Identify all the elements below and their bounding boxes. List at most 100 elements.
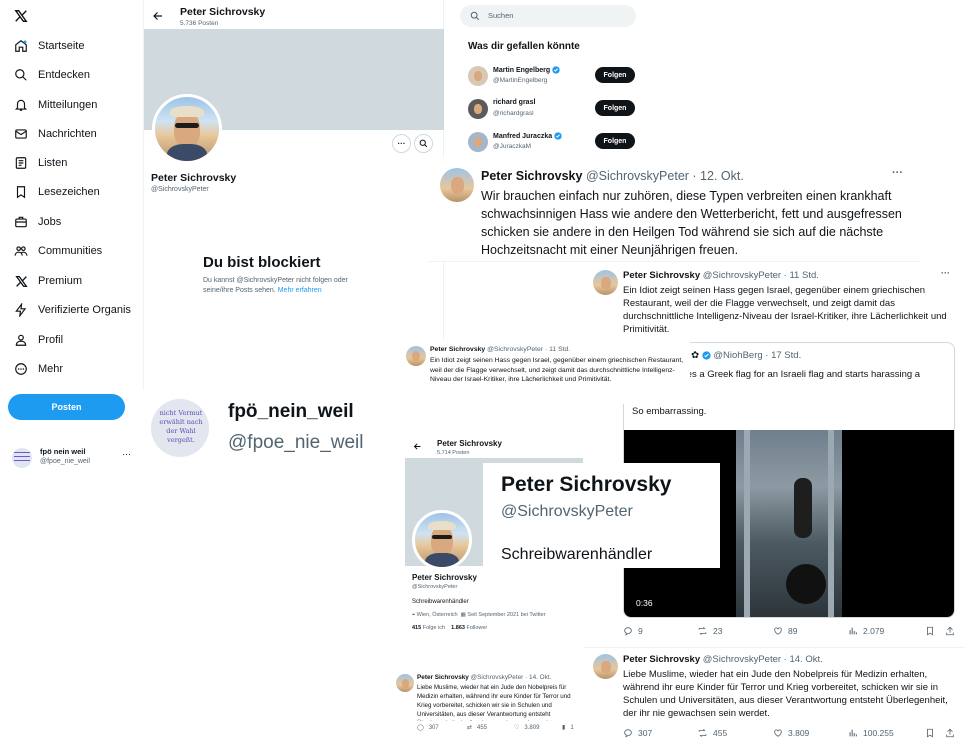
sidebar-item-label: Profil bbox=[38, 334, 64, 346]
reply-icon bbox=[623, 728, 633, 738]
like-button[interactable]: ♡ 3.809 bbox=[514, 724, 539, 732]
heart-icon bbox=[773, 626, 783, 636]
posts-count: 5.714 Posten bbox=[437, 450, 470, 456]
profile-handle: @SichrovskyPeter bbox=[151, 186, 209, 193]
bell-icon bbox=[14, 98, 28, 112]
profile-column: Peter Sichrovsky 5.736 Posten ··· Peter … bbox=[143, 0, 444, 390]
page-title: Peter Sichrovsky bbox=[437, 439, 502, 448]
repost-button[interactable]: 23 bbox=[697, 626, 722, 636]
back-arrow-icon[interactable] bbox=[152, 10, 164, 22]
location-icon: ⌖ bbox=[412, 612, 416, 618]
more-icon: ··· bbox=[397, 139, 406, 148]
share-icon[interactable] bbox=[945, 728, 955, 738]
more-icon[interactable]: ··· bbox=[122, 449, 131, 459]
post-button[interactable]: Posten bbox=[8, 394, 125, 420]
tweet-card-small[interactable]: Peter Sichrovsky @SichrovskyPeter · 14. … bbox=[392, 670, 582, 748]
search-placeholder: Suchen bbox=[488, 11, 514, 20]
following-count[interactable]: 415 bbox=[412, 625, 421, 631]
search-icon bbox=[419, 139, 428, 148]
sidebar-item-startseite[interactable]: Startseite bbox=[14, 39, 84, 53]
profile-joined: Seit September 2021 bei Twitter bbox=[467, 612, 546, 618]
tweet-date: · 14. Okt. bbox=[783, 654, 823, 665]
bookmark-icon[interactable] bbox=[925, 626, 935, 636]
sidebar-item-profil[interactable]: Profil bbox=[14, 333, 63, 347]
heart-icon bbox=[773, 728, 783, 738]
suggestion-row[interactable]: Manfred Juraczka @JuraczkaM Folgen bbox=[468, 130, 636, 154]
follow-button[interactable]: Folgen bbox=[595, 133, 635, 149]
profile-name: Peter Sichrovsky bbox=[412, 573, 477, 582]
home-icon bbox=[14, 39, 28, 53]
bookmark-icon[interactable] bbox=[925, 728, 935, 738]
repost-icon: ⇄ bbox=[467, 725, 473, 731]
sidebar-item-verifizierte-organisationen[interactable]: Verifizierte Organis bbox=[14, 303, 131, 317]
x-logo-icon[interactable] bbox=[14, 9, 28, 23]
sidebar-item-label: Mitteilungen bbox=[38, 99, 98, 111]
reply-button[interactable]: 307 bbox=[623, 728, 652, 738]
profile-avatar[interactable] bbox=[152, 94, 222, 164]
like-button[interactable]: 89 bbox=[773, 626, 797, 636]
follow-button[interactable]: Folgen bbox=[595, 100, 635, 116]
tweet-card[interactable]: Peter Sichrovsky @SichrovskyPeter · 14. … bbox=[583, 647, 965, 749]
sidebar-item-listen[interactable]: Listen bbox=[14, 156, 67, 170]
tweet-card[interactable]: Peter Sichrovsky @SichrovskyPeter · 11 S… bbox=[583, 262, 965, 646]
profile-counts: 415 Folge ich 1.863 Follower bbox=[412, 625, 487, 631]
share-icon[interactable] bbox=[945, 626, 955, 636]
video-frame bbox=[736, 430, 842, 617]
account-switcher[interactable]: fpö nein weil @fpoe_nie_weil ··· bbox=[12, 446, 136, 470]
sidebar-item-label: Lesezeichen bbox=[38, 186, 100, 198]
profile-location: Wien, Österreich bbox=[416, 612, 458, 618]
sidebar-item-entdecken[interactable]: Entdecken bbox=[14, 68, 90, 82]
suggestion-row[interactable]: Martin Engelberg @MartinEngelberg Folgen bbox=[468, 64, 636, 88]
sidebar-item-nachrichten[interactable]: Nachrichten bbox=[14, 127, 97, 141]
repost-button[interactable]: 455 bbox=[697, 728, 727, 738]
profile-avatar[interactable] bbox=[412, 510, 472, 570]
tweet-handle: @SichrovskyPeter bbox=[585, 169, 689, 183]
repost-button[interactable]: ⇄ 455 bbox=[467, 724, 487, 732]
more-icon[interactable]: ··· bbox=[892, 167, 903, 179]
tweet-handle: @SichrovskyPeter bbox=[702, 654, 782, 665]
search-bar[interactable]: Suchen bbox=[460, 5, 636, 27]
tweet-author: Peter Sichrovsky bbox=[430, 346, 486, 353]
tweet-header: Peter Sichrovsky @SichrovskyPeter · 11 S… bbox=[430, 346, 570, 353]
reply-button[interactable]: ◯ 307 bbox=[417, 724, 439, 732]
search-profile-button[interactable] bbox=[414, 134, 433, 153]
more-button[interactable]: ··· bbox=[392, 134, 411, 153]
sidebar-item-lesezeichen[interactable]: Lesezeichen bbox=[14, 185, 100, 199]
views-button[interactable]: 2.079 bbox=[848, 626, 884, 636]
sidebar-item-jobs[interactable]: Jobs bbox=[14, 215, 61, 229]
follow-button[interactable]: Folgen bbox=[595, 67, 635, 83]
like-button[interactable]: 3.809 bbox=[773, 728, 809, 738]
learn-more-link[interactable]: Mehr erfahren bbox=[278, 287, 322, 294]
tweet-header: Peter Sichrovsky @SichrovskyPeter · 11 S… bbox=[623, 270, 819, 281]
account-handle: @fpoe_nie_weil bbox=[228, 432, 364, 453]
posts-count: 5.736 Posten bbox=[180, 20, 219, 27]
repost-icon bbox=[697, 626, 708, 636]
suggestion-row[interactable]: richard grasl @richardgrasl Folgen bbox=[468, 97, 636, 121]
avatar bbox=[12, 448, 32, 468]
heart-icon: ♡ bbox=[514, 725, 520, 731]
reply-button[interactable]: 9 bbox=[623, 626, 643, 636]
avatar bbox=[468, 132, 488, 152]
more-icon[interactable]: ··· bbox=[941, 268, 950, 278]
profile-bio: Schreibwarenhändler bbox=[412, 599, 469, 605]
followers-label: Follower bbox=[466, 625, 488, 631]
tweet-handle: @SichrovskyPeter bbox=[487, 346, 544, 353]
views-button[interactable]: ▮ 1 bbox=[562, 724, 574, 732]
tweet-card[interactable]: Peter Sichrovsky @SichrovskyPeter · 12. … bbox=[428, 158, 920, 262]
sidebar-item-mehr[interactable]: Mehr bbox=[14, 362, 63, 376]
account-name: fpö nein weil bbox=[40, 447, 86, 456]
back-arrow-icon[interactable] bbox=[413, 442, 422, 451]
tweet-card-small[interactable]: Peter Sichrovsky @SichrovskyPeter · 11 S… bbox=[400, 340, 690, 404]
avatar bbox=[440, 168, 474, 202]
profile-name: Peter Sichrovsky bbox=[501, 473, 672, 496]
views-button[interactable]: 100.255 bbox=[848, 728, 894, 738]
sidebar-item-communities[interactable]: Communities bbox=[14, 244, 102, 258]
blocked-text: Du kannst @SichrovskyPeter nicht folgen … bbox=[203, 277, 348, 294]
sidebar-item-premium[interactable]: Premium bbox=[14, 274, 82, 288]
followers-count[interactable]: 1.863 bbox=[451, 625, 465, 631]
sidebar-item-mitteilungen[interactable]: Mitteilungen bbox=[14, 98, 97, 112]
lightning-icon bbox=[14, 303, 28, 317]
suggestion-name: richard grasl bbox=[493, 99, 536, 106]
tweet-author: Peter Sichrovsky bbox=[623, 270, 701, 281]
tweet-date: · 11 Std. bbox=[783, 270, 819, 281]
